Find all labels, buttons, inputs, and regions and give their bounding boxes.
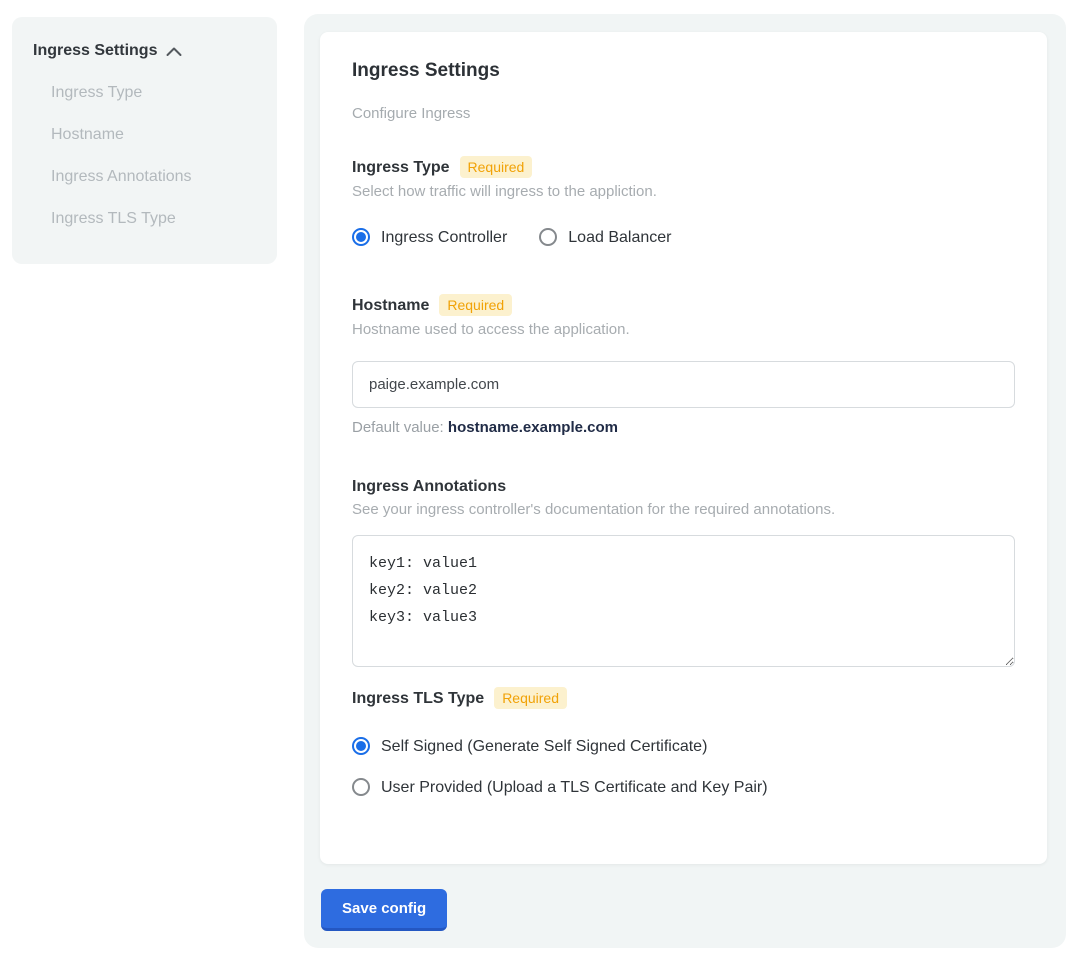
save-config-button[interactable]: Save config [321,889,447,931]
radio-option-user-provided[interactable]: User Provided (Upload a TLS Certificate … [352,777,1015,797]
radio-option-self-signed[interactable]: Self Signed (Generate Self Signed Certif… [352,736,1015,756]
sidebar-item-ingress-annotations[interactable]: Ingress Annotations [33,168,257,186]
hostname-default-note: Default value: hostname.example.com [352,419,1015,437]
ingress-settings-card: Ingress Settings Configure Ingress Ingre… [320,32,1047,864]
radio-icon-self-signed[interactable] [352,737,370,755]
sidebar-section-label: Ingress Settings [33,42,157,60]
radio-icon-user-provided[interactable] [352,778,370,796]
required-badge: Required [439,294,512,316]
radio-label-load-balancer: Load Balancer [568,228,671,247]
sidebar-item-ingress-type[interactable]: Ingress Type [33,84,257,102]
field-ingress-type: Ingress Type Required Select how traffic… [352,156,1015,247]
field-help-ingress-annotations: See your ingress controller's documentat… [352,501,1015,519]
required-badge: Required [460,156,533,178]
sidebar-item-ingress-tls-type[interactable]: Ingress TLS Type [33,210,257,228]
field-label-ingress-annotations: Ingress Annotations [352,477,506,496]
field-label-ingress-tls-type: Ingress TLS Type [352,689,484,708]
radio-label-self-signed: Self Signed (Generate Self Signed Certif… [381,737,707,756]
ingress-type-options: Ingress Controller Load Balancer [352,227,1015,247]
sidebar-item-hostname[interactable]: Hostname [33,126,257,144]
settings-sidebar: Ingress Settings Ingress Type Hostname I… [12,17,277,264]
radio-label-ingress-controller: Ingress Controller [381,228,507,247]
chevron-up-icon [166,47,182,57]
field-label-hostname: Hostname [352,296,429,315]
field-label-ingress-type: Ingress Type [352,158,450,177]
page-subtitle: Configure Ingress [352,105,1015,123]
field-hostname: Hostname Required Hostname used to acces… [352,294,1015,437]
settings-panel: Ingress Settings Configure Ingress Ingre… [304,14,1066,948]
page: { "sidebar": { "header": "Ingress Settin… [0,0,1090,969]
radio-option-ingress-controller[interactable]: Ingress Controller [352,227,507,247]
field-help-ingress-type: Select how traffic will ingress to the a… [352,183,1015,201]
required-badge: Required [494,687,567,709]
radio-label-user-provided: User Provided (Upload a TLS Certificate … [381,778,768,797]
field-ingress-tls-type: Ingress TLS Type Required Self Signed (G… [352,687,1015,797]
radio-icon-load-balancer[interactable] [539,228,557,246]
hostname-input[interactable] [352,361,1015,408]
field-ingress-annotations: Ingress Annotations See your ingress con… [352,477,1015,667]
sidebar-list: Ingress Type Hostname Ingress Annotation… [33,84,257,228]
default-value-label: Default value: [352,419,444,436]
sidebar-section-toggle[interactable]: Ingress Settings [33,42,257,60]
radio-icon-ingress-controller[interactable] [352,228,370,246]
field-help-hostname: Hostname used to access the application. [352,321,1015,339]
default-value-text: hostname.example.com [448,419,618,436]
ingress-annotations-textarea[interactable]: key1: value1 key2: value2 key3: value3 [352,535,1015,667]
page-title: Ingress Settings [352,60,1015,82]
radio-option-load-balancer[interactable]: Load Balancer [539,227,671,247]
